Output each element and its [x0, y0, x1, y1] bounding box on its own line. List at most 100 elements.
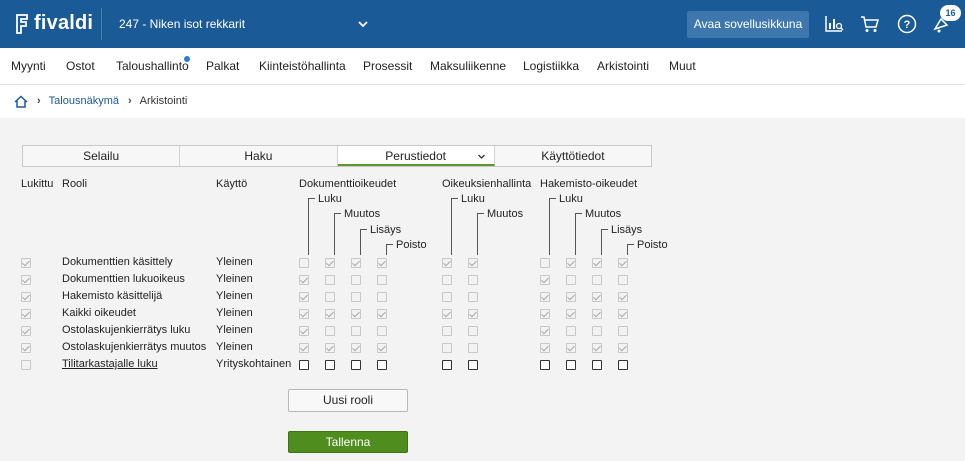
nav-item-arkistointi[interactable]: Arkistointi — [597, 59, 649, 73]
chevron-down-icon[interactable] — [357, 18, 369, 30]
dir-delete-checkbox — [618, 309, 628, 319]
dir-modify-checkbox — [566, 309, 576, 319]
dir-read-checkbox[interactable] — [540, 360, 550, 370]
locked-checkbox — [21, 360, 31, 370]
header-role: Rooli — [62, 178, 88, 190]
tab-kayttotiedot[interactable]: Käyttötiedot — [495, 146, 651, 166]
dir-add-checkbox — [592, 326, 602, 336]
header-bracket — [575, 213, 582, 221]
dir-modify-checkbox — [566, 275, 576, 285]
nav-item-kiinteistohallinta[interactable]: Kiinteistöhallinta — [259, 59, 346, 73]
header-bracket — [477, 213, 484, 221]
dir-delete-checkbox — [618, 326, 628, 336]
company-selector-label[interactable]: 247 - Niken isot rekkarit — [119, 17, 245, 31]
header-dir-add: Lisäys — [611, 223, 643, 236]
mgmt-read-checkbox — [442, 343, 452, 353]
nav-item-taloushallinto[interactable]: Taloushallinto — [116, 59, 189, 73]
header-bracket-line — [549, 205, 550, 255]
mgmt-modify-checkbox — [468, 309, 478, 319]
doc-modify-checkbox — [325, 258, 335, 268]
dir-delete-checkbox — [618, 275, 628, 285]
tab-perustiedot[interactable]: Perustiedot — [337, 146, 495, 166]
help-icon[interactable]: ? — [896, 13, 918, 35]
doc-modify-checkbox[interactable] — [325, 360, 335, 370]
role-usage: Yleinen — [216, 273, 253, 285]
reports-chart-icon[interactable] — [823, 13, 845, 35]
tab-selailu[interactable]: Selailu — [23, 146, 181, 166]
doc-read-checkbox[interactable] — [299, 360, 309, 370]
header-mgmt-read: Luku — [461, 193, 485, 205]
nav-notification-dot — [184, 56, 190, 62]
mgmt-modify-checkbox — [468, 258, 478, 268]
dir-delete-checkbox — [618, 292, 628, 302]
new-role-button[interactable]: Uusi rooli — [288, 389, 408, 412]
doc-delete-checkbox — [377, 309, 387, 319]
nav-item-maksuliikenne[interactable]: Maksuliikenne — [430, 59, 506, 73]
mgmt-read-checkbox — [442, 258, 452, 268]
nav-item-logistiikka[interactable]: Logistiikka — [523, 59, 579, 73]
breadcrumb-parent-link[interactable]: Talousnäkymä — [49, 95, 119, 107]
shopping-cart-icon[interactable] — [859, 13, 881, 35]
fivaldi-logo[interactable]: fivaldi — [14, 12, 93, 35]
tab-perustiedot-label: Perustiedot — [385, 149, 446, 163]
svg-text:?: ? — [904, 19, 911, 31]
nav-item-myynti[interactable]: Myynti — [11, 59, 46, 73]
save-button[interactable]: Tallenna — [288, 431, 408, 453]
header-bracket-line — [451, 205, 452, 255]
role-name: Ostolaskujenkierrätys luku — [62, 324, 191, 336]
header-usage: Käyttö — [216, 178, 248, 190]
breadcrumb-current: Arkistointi — [139, 95, 188, 107]
role-name: Dokumenttien lukuoikeus — [62, 273, 185, 285]
doc-modify-checkbox — [325, 326, 335, 336]
dir-modify-checkbox[interactable] — [566, 360, 576, 370]
dir-add-checkbox — [592, 258, 602, 268]
home-icon[interactable] — [14, 94, 28, 108]
header-dir-read: Luku — [559, 193, 583, 205]
header-doc-read: Luku — [318, 193, 342, 205]
nav-item-muut[interactable]: Muut — [669, 59, 696, 73]
dir-modify-checkbox — [566, 258, 576, 268]
header-directory-rights: Hakemisto-oikeudet — [540, 178, 638, 190]
open-app-window-button[interactable]: Avaa sovellusikkuna — [687, 11, 809, 38]
doc-delete-checkbox — [377, 258, 387, 268]
dir-add-checkbox[interactable] — [592, 360, 602, 370]
doc-delete-checkbox — [377, 343, 387, 353]
locked-checkbox — [21, 343, 31, 353]
header-doc-modify: Muutos — [344, 208, 381, 221]
doc-modify-checkbox — [325, 275, 335, 285]
role-usage: Yrityskohtainen — [216, 358, 292, 370]
doc-modify-checkbox — [325, 343, 335, 353]
doc-add-checkbox — [351, 275, 361, 285]
main-navigation: Myynti Ostot Taloushallinto Palkat Kiint… — [0, 48, 965, 85]
doc-add-checkbox[interactable] — [351, 360, 361, 370]
breadcrumb-separator-icon: › — [128, 95, 132, 107]
tab-haku[interactable]: Haku — [180, 146, 338, 166]
role-name-link[interactable]: Tilitarkastajalle luku — [62, 358, 158, 370]
doc-read-checkbox — [299, 309, 309, 319]
doc-read-checkbox — [299, 326, 309, 336]
doc-delete-checkbox[interactable] — [377, 360, 387, 370]
mgmt-read-checkbox[interactable] — [442, 360, 452, 370]
header-bracket — [601, 228, 608, 236]
notification-count-badge: 16 — [940, 5, 961, 21]
dir-read-checkbox — [540, 275, 550, 285]
mgmt-modify-checkbox[interactable] — [468, 360, 478, 370]
header-dir-modify: Muutos — [585, 208, 622, 221]
top-bar: fivaldi 247 - Niken isot rekkarit Avaa s… — [0, 0, 965, 48]
locked-checkbox — [21, 258, 31, 268]
header-mgmt-modify: Muutos — [487, 208, 524, 221]
nav-item-ostot[interactable]: Ostot — [66, 59, 95, 73]
dir-read-checkbox — [540, 309, 550, 319]
breadcrumb-separator-icon: › — [37, 95, 41, 107]
header-bracket — [360, 228, 367, 236]
header-document-rights: Dokumenttioikeudet — [299, 178, 397, 190]
chevron-down-icon[interactable] — [477, 152, 486, 161]
header-dir-delete: Poisto — [637, 239, 668, 252]
nav-item-prosessit[interactable]: Prosessit — [363, 59, 412, 73]
nav-item-palkat[interactable]: Palkat — [206, 59, 239, 73]
dir-modify-checkbox — [566, 292, 576, 302]
header-bracket-line — [575, 220, 576, 255]
dir-delete-checkbox[interactable] — [618, 360, 628, 370]
locked-checkbox — [21, 292, 31, 302]
doc-read-checkbox — [299, 258, 309, 268]
